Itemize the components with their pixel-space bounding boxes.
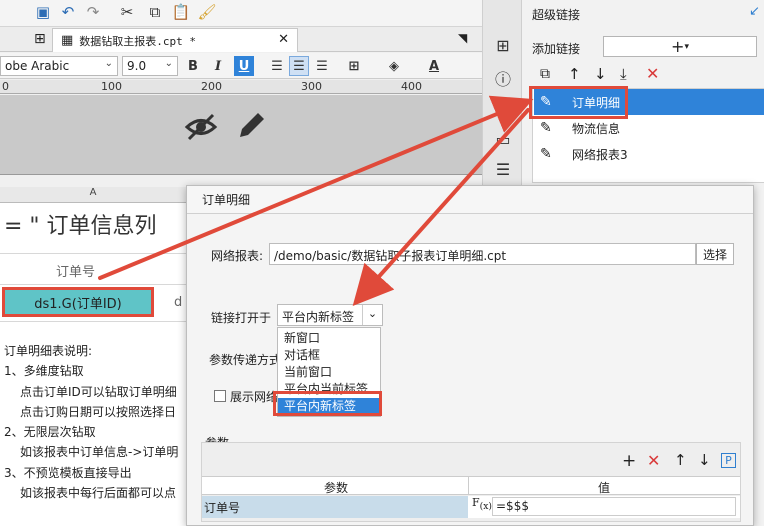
annotation-arrows <box>98 95 534 306</box>
arrow-cell-to-link <box>98 95 534 280</box>
app-window: ▣ ↶ ↷ ✂ ⧉ 📋 🖌 ⊞ ▦ 数据钻取主报表.cpt * ✕ ◥ obe … <box>0 0 764 526</box>
arrow-link-to-dropdown <box>352 108 530 306</box>
